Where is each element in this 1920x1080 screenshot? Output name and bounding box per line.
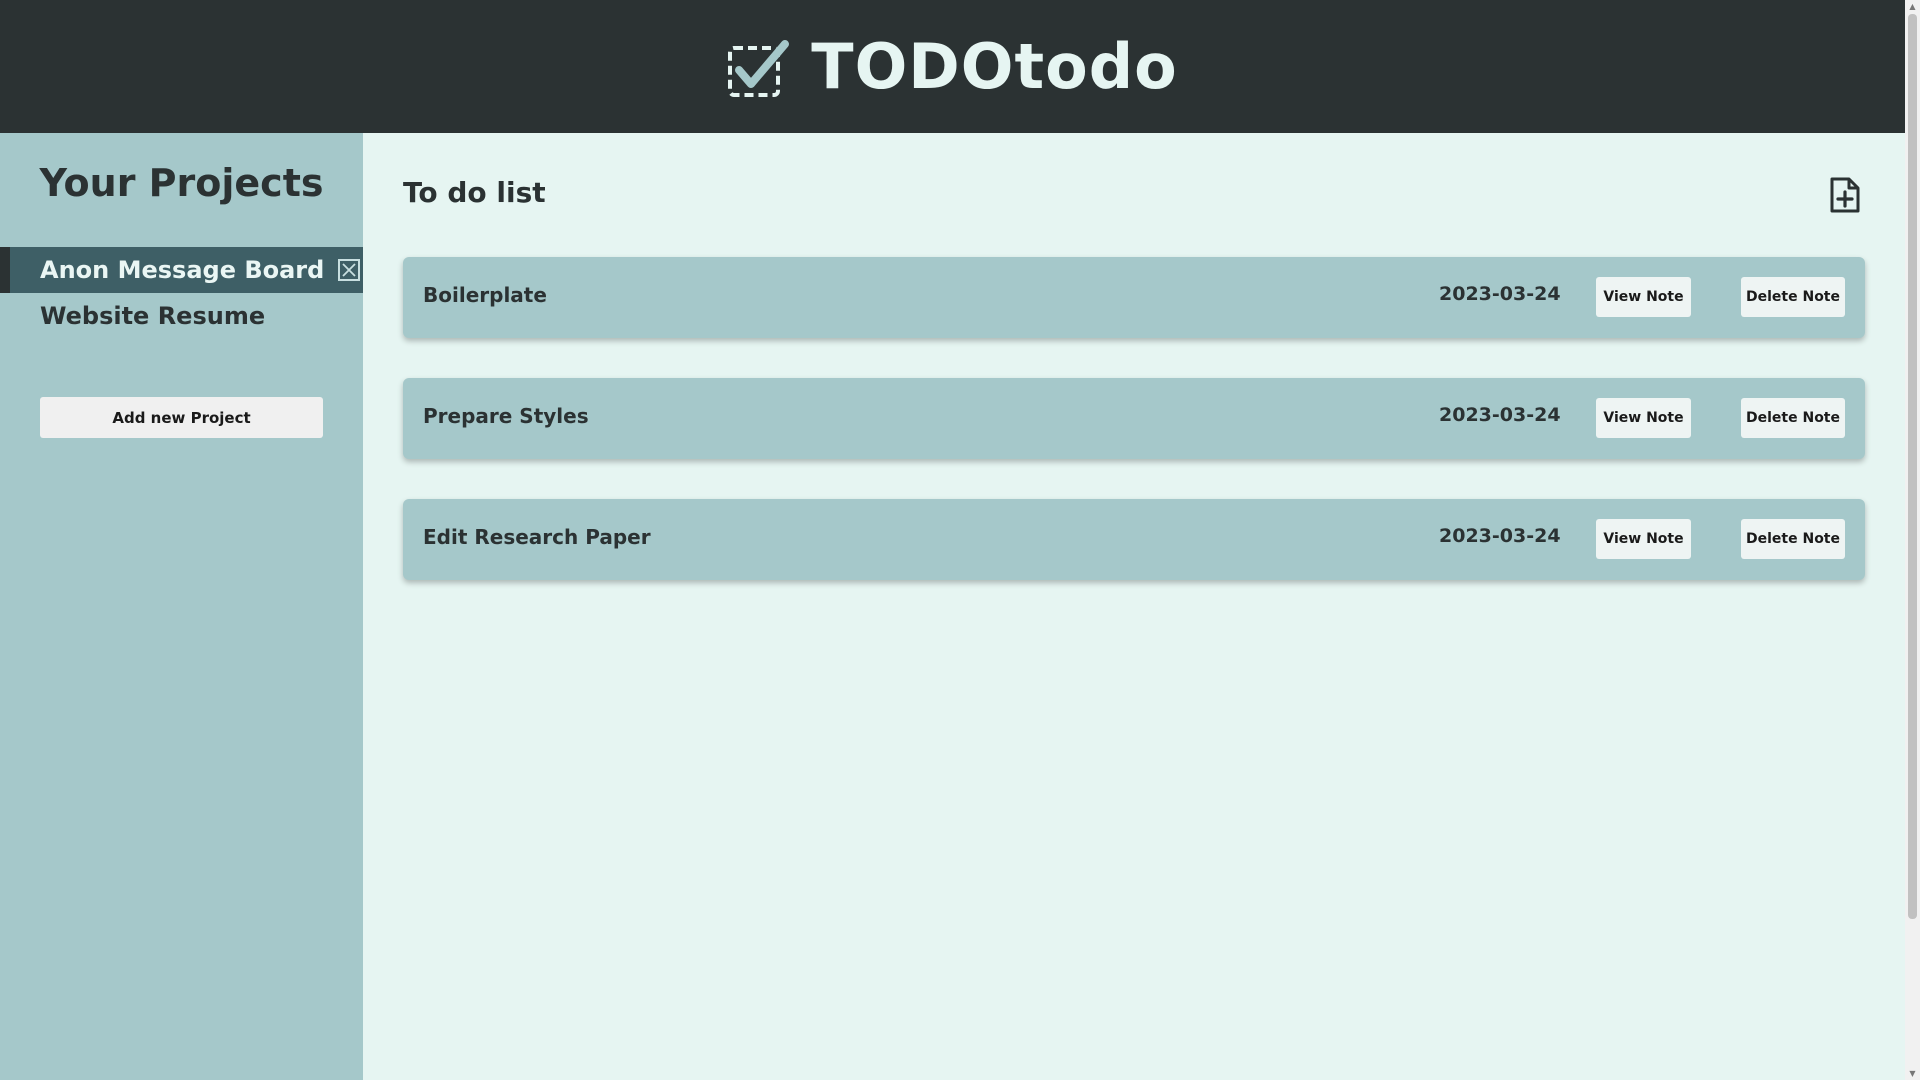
sidebar-title: Your Projects <box>39 161 324 205</box>
todo-title: Prepare Styles <box>423 404 589 428</box>
todo-card: Boilerplate 2023-03-24 View Note Delete … <box>403 257 1865 338</box>
todo-date: 2023-03-24 <box>1439 525 1561 547</box>
todo-date: 2023-03-24 <box>1439 283 1561 305</box>
todo-date: 2023-03-24 <box>1439 404 1561 426</box>
app-header: TODOtodo <box>0 0 1905 133</box>
file-plus-icon[interactable] <box>1829 176 1861 214</box>
view-note-button[interactable]: View Note <box>1596 277 1691 317</box>
add-project-button[interactable]: Add new Project <box>40 397 323 438</box>
vertical-scrollbar[interactable]: ▲ ▼ <box>1905 0 1920 1080</box>
dashed-checkbox-icon <box>728 39 790 97</box>
scroll-up-arrow-icon[interactable]: ▲ <box>1908 2 1917 11</box>
scrollbar-thumb[interactable] <box>1908 14 1917 919</box>
view-note-button[interactable]: View Note <box>1596 398 1691 438</box>
todo-title: Edit Research Paper <box>423 525 651 549</box>
projects-sidebar: Your Projects Anon Message Board Website… <box>0 133 363 1080</box>
app-title: TODOtodo <box>811 30 1178 103</box>
page-title: To do list <box>403 176 546 209</box>
delete-note-button[interactable]: Delete Note <box>1741 519 1845 559</box>
project-label: Anon Message Board <box>40 256 325 284</box>
todo-title: Boilerplate <box>423 283 547 307</box>
close-icon[interactable] <box>338 259 361 281</box>
scroll-down-arrow-icon[interactable]: ▼ <box>1908 1069 1917 1078</box>
delete-note-button[interactable]: Delete Note <box>1741 277 1845 317</box>
todo-card: Edit Research Paper 2023-03-24 View Note… <box>403 499 1865 580</box>
project-label: Website Resume <box>40 302 266 330</box>
todo-card: Prepare Styles 2023-03-24 View Note Dele… <box>403 378 1865 459</box>
project-item-website-resume[interactable]: Website Resume <box>0 293 363 339</box>
delete-note-button[interactable]: Delete Note <box>1741 398 1845 438</box>
project-item-anon-message-board[interactable]: Anon Message Board <box>0 247 363 293</box>
view-note-button[interactable]: View Note <box>1596 519 1691 559</box>
